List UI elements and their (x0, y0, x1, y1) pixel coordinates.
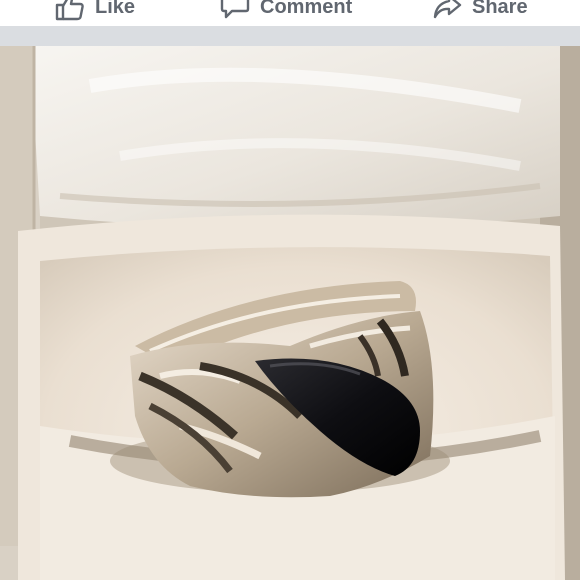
post-action-bar: Like Comment Share (0, 0, 580, 26)
ring-in-box-image (0, 46, 580, 580)
share-label: Share (472, 0, 528, 18)
share-button[interactable]: Share (432, 0, 528, 22)
section-divider (0, 26, 580, 46)
like-button[interactable]: Like (55, 0, 135, 22)
comment-label: Comment (260, 0, 353, 18)
thumbs-up-icon (55, 0, 85, 21)
share-arrow-icon (432, 0, 462, 21)
comment-button[interactable]: Comment (220, 0, 352, 22)
post-photo[interactable] (0, 46, 580, 580)
speech-bubble-icon (220, 0, 250, 21)
like-label: Like (95, 0, 136, 18)
